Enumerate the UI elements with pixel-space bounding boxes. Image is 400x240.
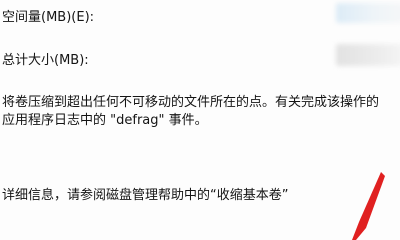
space-to-shrink-label: 空间量(MB)(E): bbox=[2, 10, 95, 25]
description-line-2: 应用程序日志中的 "defrag" 事件。 bbox=[2, 113, 208, 128]
shrink-volume-dialog: 空间量(MB)(E): 总计大小(MB): 将卷压缩到超出任何不可移动的文件所在… bbox=[0, 0, 400, 240]
space-to-shrink-input[interactable] bbox=[336, 3, 400, 23]
total-size-after-field bbox=[336, 44, 400, 66]
help-text: 详细信息，请参阅磁盘管理帮助中的“收缩基本卷” bbox=[2, 188, 289, 203]
description-line-1: 将卷压缩到超出任何不可移动的文件所在的点。有关完成该操作的 bbox=[2, 95, 380, 110]
total-size-after-label: 总计大小(MB): bbox=[2, 53, 89, 68]
